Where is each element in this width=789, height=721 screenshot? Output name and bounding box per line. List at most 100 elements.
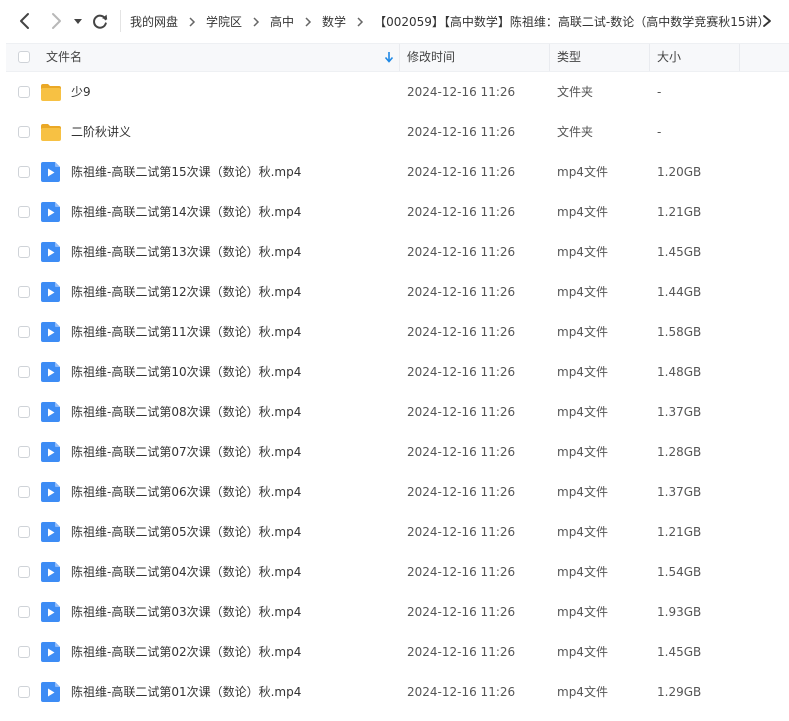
column-divider[interactable] [549, 44, 550, 71]
row-checkbox[interactable] [18, 686, 30, 698]
chevron-right-icon [52, 13, 61, 29]
file-mtime: 2024-12-16 11:26 [407, 325, 516, 339]
file-row[interactable]: 陈祖维-高联二试第15次课（数论）秋.mp4 2024-12-16 11:26 … [6, 152, 789, 192]
breadcrumb-item[interactable]: 高中 [270, 13, 294, 30]
file-row[interactable]: 陈祖维-高联二试第04次课（数论）秋.mp4 2024-12-16 11:26 … [6, 552, 789, 592]
file-name[interactable]: 陈祖维-高联二试第06次课（数论）秋.mp4 [71, 472, 301, 512]
file-size: 1.28GB [657, 445, 702, 459]
row-checkbox[interactable] [18, 526, 30, 538]
file-type: mp4文件 [557, 365, 608, 379]
file-name[interactable]: 二阶秋讲义 [71, 112, 131, 152]
breadcrumb-more-button[interactable] [760, 13, 774, 29]
breadcrumb-separator-icon [356, 16, 364, 27]
file-name[interactable]: 陈祖维-高联二试第04次课（数论）秋.mp4 [71, 552, 301, 592]
file-name[interactable]: 陈祖维-高联二试第08次课（数论）秋.mp4 [71, 392, 301, 432]
file-type: mp4文件 [557, 685, 608, 699]
breadcrumb-item[interactable]: 学院区 [206, 13, 242, 30]
select-all-checkbox[interactable] [18, 51, 30, 63]
file-row[interactable]: 少9 2024-12-16 11:26 文件夹 - [6, 72, 789, 112]
file-type: mp4文件 [557, 405, 608, 419]
breadcrumb-separator-icon [304, 16, 312, 27]
file-row[interactable]: 陈祖维-高联二试第11次课（数论）秋.mp4 2024-12-16 11:26 … [6, 312, 789, 352]
column-header-mtime[interactable]: 修改时间 [407, 44, 455, 71]
file-size: 1.37GB [657, 405, 702, 419]
file-name[interactable]: 陈祖维-高联二试第15次课（数论）秋.mp4 [71, 152, 301, 192]
row-checkbox[interactable] [18, 286, 30, 298]
file-row[interactable]: 陈祖维-高联二试第07次课（数论）秋.mp4 2024-12-16 11:26 … [6, 432, 789, 472]
row-checkbox[interactable] [18, 566, 30, 578]
column-header-type[interactable]: 类型 [557, 44, 581, 71]
sort-down-arrow-icon[interactable] [384, 51, 394, 63]
file-row[interactable]: 陈祖维-高联二试第12次课（数论）秋.mp4 2024-12-16 11:26 … [6, 272, 789, 312]
column-header-name[interactable]: 文件名 [46, 44, 82, 71]
breadcrumb-item[interactable]: 数学 [322, 13, 346, 30]
file-row[interactable]: 陈祖维-高联二试第06次课（数论）秋.mp4 2024-12-16 11:26 … [6, 472, 789, 512]
file-mtime: 2024-12-16 11:26 [407, 445, 516, 459]
column-divider[interactable] [399, 44, 400, 71]
file-row[interactable]: 二阶秋讲义 2024-12-16 11:26 文件夹 - [6, 112, 789, 152]
file-mtime: 2024-12-16 11:26 [407, 605, 516, 619]
breadcrumb-item[interactable]: 我的网盘 [130, 13, 178, 30]
file-name[interactable]: 陈祖维-高联二试第05次课（数论）秋.mp4 [71, 512, 301, 552]
row-checkbox[interactable] [18, 246, 30, 258]
file-name[interactable]: 陈祖维-高联二试第02次课（数论）秋.mp4 [71, 632, 301, 672]
file-type: mp4文件 [557, 445, 608, 459]
row-checkbox[interactable] [18, 166, 30, 178]
file-name[interactable]: 陈祖维-高联二试第13次课（数论）秋.mp4 [71, 232, 301, 272]
file-mtime: 2024-12-16 11:26 [407, 165, 516, 179]
breadcrumb: 我的网盘 学院区 高中 数学 【002059】【高中数学】陈祖维：高联二试-数论… [130, 0, 770, 43]
history-dropdown-button[interactable] [72, 14, 84, 28]
row-checkbox[interactable] [18, 326, 30, 338]
row-checkbox[interactable] [18, 406, 30, 418]
file-name[interactable]: 陈祖维-高联二试第07次课（数论）秋.mp4 [71, 432, 301, 472]
file-name[interactable]: 陈祖维-高联二试第10次课（数论）秋.mp4 [71, 352, 301, 392]
navigation-bar: 我的网盘 学院区 高中 数学 【002059】【高中数学】陈祖维：高联二试-数论… [0, 0, 789, 43]
row-checkbox[interactable] [18, 126, 30, 138]
breadcrumb-separator-icon [252, 16, 260, 27]
file-name[interactable]: 少9 [71, 72, 91, 112]
file-mtime: 2024-12-16 11:26 [407, 125, 516, 139]
file-name[interactable]: 陈祖维-高联二试第03次课（数论）秋.mp4 [71, 592, 301, 632]
file-type: mp4文件 [557, 485, 608, 499]
file-row[interactable]: 陈祖维-高联二试第10次课（数论）秋.mp4 2024-12-16 11:26 … [6, 352, 789, 392]
file-mtime: 2024-12-16 11:26 [407, 205, 516, 219]
file-name[interactable]: 陈祖维-高联二试第12次课（数论）秋.mp4 [71, 272, 301, 312]
row-checkbox[interactable] [18, 606, 30, 618]
forward-button[interactable] [45, 10, 67, 32]
column-header-size[interactable]: 大小 [657, 44, 681, 71]
file-row[interactable]: 陈祖维-高联二试第02次课（数论）秋.mp4 2024-12-16 11:26 … [6, 632, 789, 672]
row-checkbox[interactable] [18, 646, 30, 658]
file-size: 1.45GB [657, 245, 702, 259]
file-type: 文件夹 [557, 125, 594, 139]
row-checkbox[interactable] [18, 206, 30, 218]
refresh-button[interactable] [90, 11, 110, 31]
file-type: mp4文件 [557, 605, 608, 619]
file-type: mp4文件 [557, 205, 608, 219]
video-file-icon [40, 562, 62, 582]
back-button[interactable] [14, 10, 36, 32]
row-checkbox[interactable] [18, 446, 30, 458]
video-file-icon [40, 482, 62, 502]
file-type: mp4文件 [557, 565, 608, 579]
file-row[interactable]: 陈祖维-高联二试第05次课（数论）秋.mp4 2024-12-16 11:26 … [6, 512, 789, 552]
row-checkbox[interactable] [18, 86, 30, 98]
file-list-header: 文件名 修改时间 类型 大小 [6, 43, 789, 72]
file-row[interactable]: 陈祖维-高联二试第13次课（数论）秋.mp4 2024-12-16 11:26 … [6, 232, 789, 272]
row-checkbox[interactable] [18, 486, 30, 498]
folder-icon [40, 122, 62, 142]
file-row[interactable]: 陈祖维-高联二试第14次课（数论）秋.mp4 2024-12-16 11:26 … [6, 192, 789, 232]
file-row[interactable]: 陈祖维-高联二试第01次课（数论）秋.mp4 2024-12-16 11:26 … [6, 672, 789, 712]
column-divider[interactable] [739, 44, 740, 71]
file-name[interactable]: 陈祖维-高联二试第14次课（数论）秋.mp4 [71, 192, 301, 232]
file-name[interactable]: 陈祖维-高联二试第01次课（数论）秋.mp4 [71, 672, 301, 712]
file-row[interactable]: 陈祖维-高联二试第08次课（数论）秋.mp4 2024-12-16 11:26 … [6, 392, 789, 432]
breadcrumb-current[interactable]: 【002059】【高中数学】陈祖维：高联二试-数论（高中数学竞赛秋15讲） [374, 13, 769, 30]
file-size: 1.58GB [657, 325, 702, 339]
refresh-icon [93, 14, 108, 29]
file-name[interactable]: 陈祖维-高联二试第11次课（数论）秋.mp4 [71, 312, 301, 352]
file-row[interactable]: 陈祖维-高联二试第03次课（数论）秋.mp4 2024-12-16 11:26 … [6, 592, 789, 632]
column-divider[interactable] [649, 44, 650, 71]
video-file-icon [40, 642, 62, 662]
row-checkbox[interactable] [18, 366, 30, 378]
folder-icon [40, 82, 62, 102]
